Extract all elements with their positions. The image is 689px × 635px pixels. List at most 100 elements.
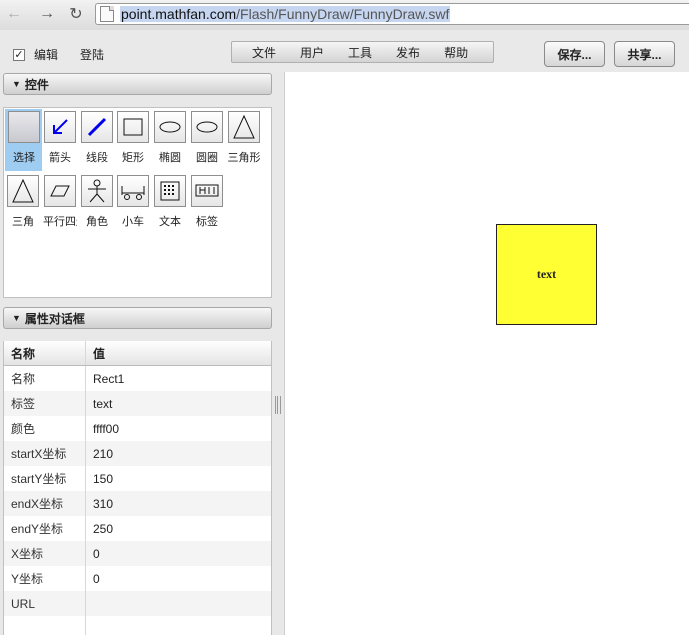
controls-panel-header[interactable]: ▼ 控件 [3,73,272,95]
table-row[interactable]: X坐标 0 [4,541,271,566]
menu-publish[interactable]: 发布 [396,44,420,61]
property-name: 颜色 [4,416,86,441]
tool-label: 选择 [13,152,35,164]
table-row[interactable]: 名称 Rect1 [4,366,271,391]
column-header-name[interactable]: 名称 [4,341,86,365]
save-button[interactable]: 保存... [544,41,605,67]
reload-icon[interactable]: ↻ [66,4,86,24]
property-value[interactable]: 0 [86,566,100,591]
menu-file[interactable]: 文件 [252,44,276,61]
browser-toolbar: ← → ↻ point.mathfan.com/Flash/FunnyDraw/… [0,0,689,31]
tool-triangle[interactable]: 三角形 [226,111,262,165]
login-link[interactable]: 登陆 [80,46,104,63]
property-name: 名称 [4,366,86,391]
cart-icon [117,175,149,207]
tool-stick-figure[interactable]: 角色 [80,175,114,229]
menu-bar: 文件 用户 工具 发布 帮助 [231,41,494,63]
menu-tools[interactable]: 工具 [348,44,372,61]
property-value[interactable]: 310 [86,491,113,516]
ellipse-icon [154,111,186,143]
table-row[interactable]: Y坐标 0 [4,566,271,591]
address-bar[interactable]: point.mathfan.com/Flash/FunnyDraw/FunnyD… [95,3,689,25]
properties-panel-header[interactable]: ▼ 属性对话框 [3,307,272,329]
rectangle-icon [117,111,149,143]
tool-ellipse[interactable]: 椭圆 [153,111,187,165]
table-row[interactable]: startY坐标 150 [4,466,271,491]
tool-label: 标签 [196,216,218,228]
property-name: endX坐标 [4,491,86,516]
select-icon [8,111,40,143]
drawing-canvas[interactable]: text [284,72,689,635]
text-grid-icon [154,175,186,207]
controls-panel-title: 控件 [24,77,49,92]
table-row[interactable]: 标签 text [4,391,271,416]
tool-rectangle[interactable]: 矩形 [116,111,150,165]
line-segment-icon [81,111,113,143]
table-header: 名称 值 [4,341,271,366]
tool-label: 箭头 [49,152,71,164]
tool-arrow[interactable]: 箭头 [43,111,77,165]
property-value[interactable]: Rect1 [86,366,124,391]
tool-label: 三角 [12,216,34,228]
stick-figure-icon [81,175,113,207]
property-value[interactable]: 150 [86,466,113,491]
property-value[interactable]: 0 [86,541,100,566]
edit-label: 编辑 [34,48,59,62]
share-button[interactable]: 共享... [614,41,675,67]
tool-label: 小车 [122,216,144,228]
tool-text[interactable]: 文本 [153,175,187,229]
property-name: 标签 [4,391,86,416]
url-path: /Flash/FunnyDraw/FunnyDraw.swf [236,6,450,22]
property-name: startY坐标 [4,466,86,491]
tool-label: 平行四边形 [43,216,77,228]
property-name: URL [4,591,86,616]
rectangle-label: text [536,267,557,281]
table-row[interactable]: endX坐标 310 [4,491,271,516]
edit-checkbox[interactable]: ✓ [13,49,25,61]
rectangle-shape[interactable]: text [496,224,597,325]
triangle-outline-icon [7,175,39,207]
tool-label: 椭圆 [159,152,181,164]
table-row[interactable]: startX坐标 210 [4,441,271,466]
property-value[interactable]: ffff00 [86,416,119,441]
property-value[interactable] [86,591,93,616]
tool-parallelogram[interactable]: 平行四边形 [43,175,77,229]
property-name: startX坐标 [4,441,86,466]
table-row-empty [4,616,271,635]
tool-label: 线段 [86,152,108,164]
tool-label: 矩形 [122,152,144,164]
menu-help[interactable]: 帮助 [444,44,468,61]
arrow-icon [44,111,76,143]
tool-circle[interactable]: 圆圈 [190,111,224,165]
url-host: point.mathfan.com [121,6,237,22]
property-name: X坐标 [4,541,86,566]
back-arrow-icon[interactable]: ← [4,4,24,24]
label-tag-icon [191,175,223,207]
collapse-triangle-icon: ▼ [12,79,21,89]
property-value[interactable]: text [86,391,112,416]
properties-panel-title: 属性对话框 [24,311,85,326]
properties-table: 名称 值 名称 Rect1 标签 text 颜色 ffff00 startX坐标 210… [3,341,272,635]
property-name [4,616,86,635]
table-row[interactable]: 颜色 ffff00 [4,416,271,441]
property-value[interactable]: 250 [86,516,113,541]
column-header-value[interactable]: 值 [86,341,105,365]
controls-panel: 选择 箭头 线段 矩形 椭圆 圆圈 三角形 三角 平行四 角色 小车 文本 标签 [3,107,272,298]
tool-triangle-outline[interactable]: 三角 [6,175,40,229]
tool-label: 文本 [159,216,181,228]
table-row[interactable]: endY坐标 250 [4,516,271,541]
property-value[interactable]: 210 [86,441,113,466]
tool-label-tag[interactable]: 标签 [190,175,224,229]
forward-arrow-icon[interactable]: → [37,4,57,24]
tool-cart[interactable]: 小车 [116,175,150,229]
tool-line-segment[interactable]: 线段 [80,111,114,165]
panel-splitter-handle[interactable] [275,396,281,414]
circle-icon [191,111,223,143]
page-icon [100,6,114,22]
table-row[interactable]: URL [4,591,271,616]
url-text[interactable]: point.mathfan.com/Flash/FunnyDraw/FunnyD… [120,6,451,22]
table-body: 名称 Rect1 标签 text 颜色 ffff00 startX坐标 210 star… [4,366,271,635]
tool-select[interactable]: 选择 [7,111,41,165]
menu-user[interactable]: 用户 [300,44,324,61]
parallelogram-icon [44,175,76,207]
